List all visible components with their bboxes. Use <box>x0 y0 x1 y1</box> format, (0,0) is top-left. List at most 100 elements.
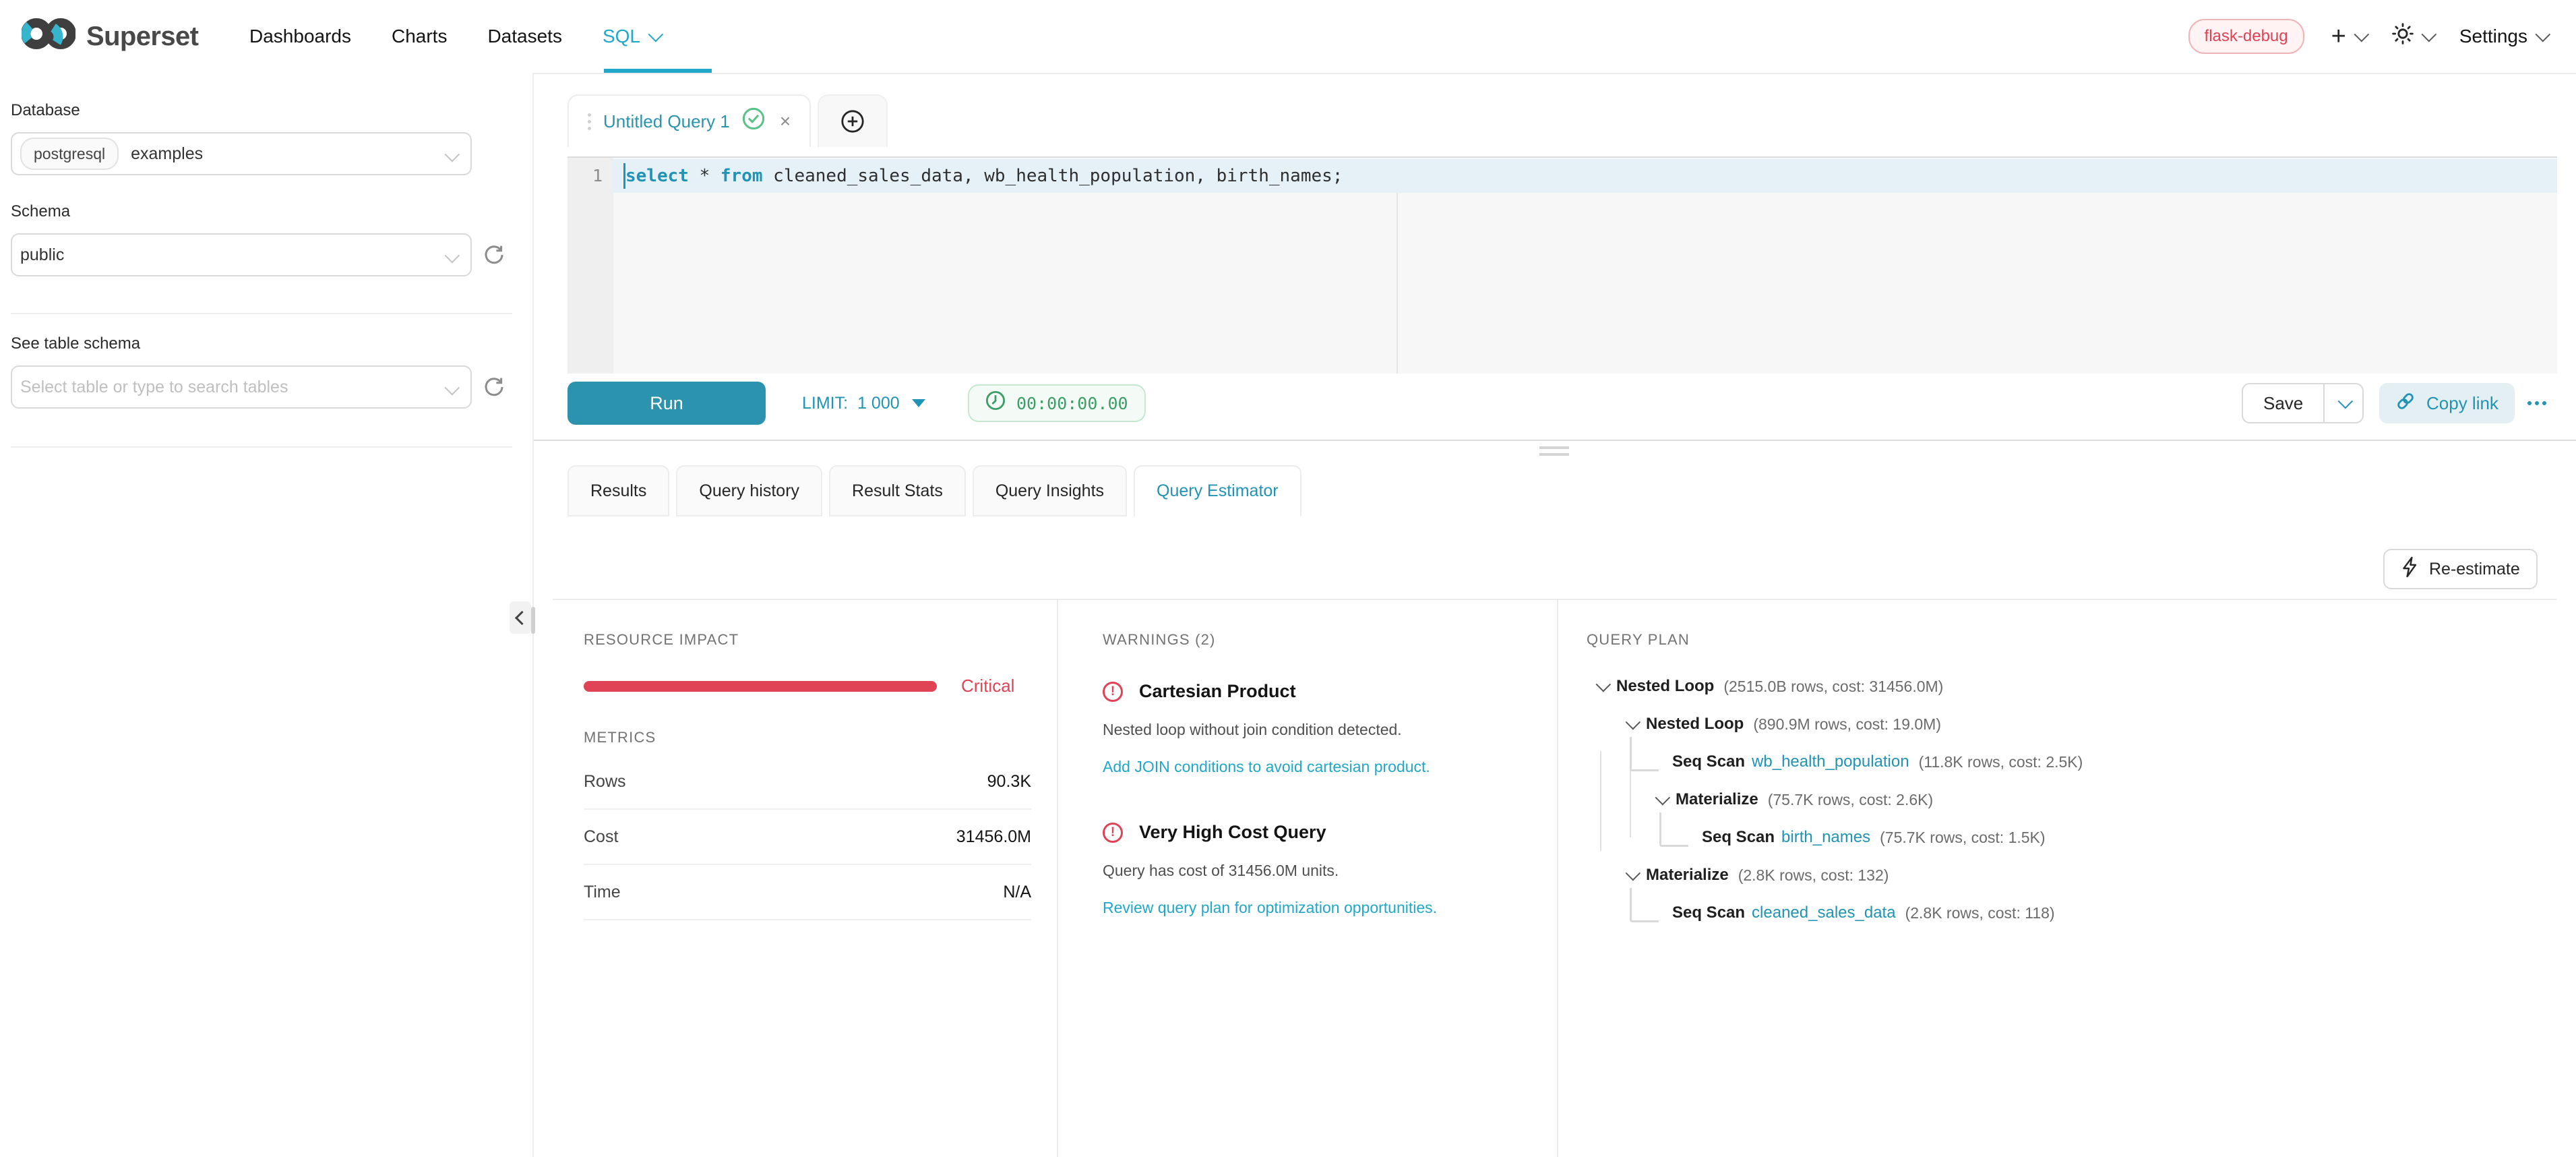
metric-row-time: Time N/A <box>584 865 1031 920</box>
refresh-schemas-icon[interactable] <box>483 243 505 266</box>
chevron-down-icon <box>445 147 460 162</box>
settings-label: Settings <box>2459 26 2527 47</box>
metric-value: 31456.0M <box>956 827 1031 847</box>
collapse-sidebar-button[interactable] <box>510 601 531 634</box>
tab-results[interactable]: Results <box>568 465 669 516</box>
query-timer: 00:00:00.00 <box>968 384 1146 422</box>
warning-description: Query has cost of 31456.0M units. <box>1103 862 1523 880</box>
plus-icon: + <box>2331 24 2346 49</box>
plan-node-meta: (2515.0B rows, cost: 31456.0M) <box>1723 678 1943 696</box>
database-label: Database <box>11 101 532 120</box>
main-nav: Dashboards Charts Datasets SQL <box>249 0 659 73</box>
re-estimate-label: Re-estimate <box>2429 560 2520 579</box>
scrollbar-thumb[interactable] <box>531 607 535 634</box>
plan-node-nested-loop-root: Nested Loop (2515.0B rows, cost: 31456.0… <box>1587 668 2544 705</box>
copy-link-button[interactable]: Copy link <box>2379 383 2515 423</box>
plan-node-table[interactable]: wb_health_population <box>1752 752 1909 771</box>
save-button[interactable]: Save <box>2243 384 2325 422</box>
new-item-menu[interactable]: + <box>2331 24 2365 49</box>
limit-value: 1 000 <box>857 394 900 413</box>
tree-elbow-connector <box>1630 737 1659 771</box>
link-icon <box>2395 391 2416 416</box>
warning-icon: ! <box>1103 823 1123 843</box>
editor-print-margin <box>1397 193 1398 374</box>
copy-link-label: Copy link <box>2426 393 2498 414</box>
header-right: flask-debug + Settings <box>2188 0 2546 73</box>
plan-node-seq-scan-birth-names: Seq Scan birth_names (75.7K rows, cost: … <box>1587 819 2544 856</box>
metric-row-cost: Cost 31456.0M <box>584 810 1031 865</box>
collapse-caret-icon[interactable] <box>1616 870 1646 881</box>
sql-editor[interactable]: 1 select * from cleaned_sales_data, wb_h… <box>568 156 2557 374</box>
add-query-tab-button[interactable] <box>818 94 888 147</box>
plan-node-name: Nested Loop <box>1646 715 1744 734</box>
tab-result-stats[interactable]: Result Stats <box>829 465 966 516</box>
active-nav-indicator <box>604 69 712 73</box>
collapse-caret-icon[interactable] <box>1587 681 1616 692</box>
nav-datasets[interactable]: Datasets <box>487 26 562 47</box>
save-options-button[interactable] <box>2325 384 2362 422</box>
collapse-caret-icon[interactable] <box>1646 794 1676 805</box>
plan-node-name: Seq Scan <box>1672 903 1745 922</box>
nav-dashboards[interactable]: Dashboards <box>249 26 351 47</box>
limit-dropdown[interactable]: LIMIT: 1 000 <box>802 382 925 425</box>
warnings-column: WARNINGS (2) ! Cartesian Product Nested … <box>1103 599 1523 917</box>
superset-logo-icon <box>22 16 75 57</box>
query-tab-title: Untitled Query 1 <box>603 111 730 132</box>
sql-keyword: from <box>720 166 763 186</box>
plan-node-nested-loop-inner: Nested Loop (890.9M rows, cost: 19.0M) <box>1587 705 2544 743</box>
tab-query-estimator[interactable]: Query Estimator <box>1134 465 1301 516</box>
metric-label: Time <box>584 883 621 902</box>
column-divider <box>1557 599 1558 1157</box>
save-split-button: Save <box>2242 383 2364 423</box>
collapse-caret-icon[interactable] <box>1616 719 1646 730</box>
plan-node-name: Materialize <box>1676 790 1758 809</box>
query-plan-column: QUERY PLAN Nested Loop (2515.0B rows, co… <box>1587 599 2544 932</box>
database-select[interactable]: postgresql examples <box>11 132 472 175</box>
editor-gutter: 1 <box>568 158 613 374</box>
warning-icon: ! <box>1103 682 1123 702</box>
chevron-down-icon <box>445 380 460 396</box>
tab-query-history[interactable]: Query history <box>676 465 822 516</box>
schema-select-value: public <box>20 245 64 265</box>
close-tab-icon[interactable]: × <box>780 112 791 131</box>
chevron-down-icon <box>445 248 460 264</box>
settings-menu[interactable]: Settings <box>2459 26 2546 47</box>
schema-select[interactable]: public <box>11 233 472 276</box>
plan-node-name: Seq Scan <box>1702 828 1775 847</box>
environment-badge: flask-debug <box>2188 19 2304 54</box>
warning-suggestion-link[interactable]: Add JOIN conditions to avoid cartesian p… <box>1103 758 1523 776</box>
metric-value: N/A <box>1003 883 1031 902</box>
warning-suggestion-link[interactable]: Review query plan for optimization oppor… <box>1103 899 1523 917</box>
resize-handle[interactable] <box>1539 446 1569 460</box>
sun-icon <box>2392 23 2414 50</box>
plan-node-materialize-2: Materialize (2.8K rows, cost: 132) <box>1587 856 2544 894</box>
re-estimate-button[interactable]: Re-estimate <box>2383 549 2538 589</box>
run-button[interactable]: Run <box>568 382 766 425</box>
plan-node-meta: (890.9M rows, cost: 19.0M) <box>1753 715 1941 734</box>
sql-lab-page: Superset Dashboards Charts Datasets SQL … <box>0 0 2576 1157</box>
caret-down-icon <box>912 399 925 407</box>
resource-impact-title: RESOURCE IMPACT <box>584 631 1031 649</box>
plan-node-table[interactable]: birth_names <box>1781 828 1870 847</box>
query-success-check-icon <box>742 107 765 136</box>
sql-text: cleaned_sales_data, wb_health_population… <box>763 166 1343 186</box>
metric-row-rows: Rows 90.3K <box>584 754 1031 810</box>
metrics-title: METRICS <box>584 729 1031 746</box>
chevron-down-icon <box>2536 27 2551 42</box>
plan-node-table[interactable]: cleaned_sales_data <box>1752 903 1896 922</box>
plan-node-seq-scan-wb-health: Seq Scan wb_health_population (11.8K row… <box>1587 743 2544 781</box>
tab-query-insights[interactable]: Query Insights <box>973 465 1127 516</box>
query-tab-untitled-query-1[interactable]: Untitled Query 1 × <box>568 94 811 147</box>
superset-logo[interactable]: Superset <box>22 0 198 73</box>
metric-label: Cost <box>584 827 618 847</box>
plan-node-meta: (2.8K rows, cost: 132) <box>1738 866 1889 885</box>
more-actions-button[interactable] <box>2518 383 2556 423</box>
query-plan-title: QUERY PLAN <box>1587 631 2544 649</box>
nav-charts[interactable]: Charts <box>392 26 447 47</box>
table-select-placeholder: Select table or type to search tables <box>20 378 288 397</box>
drag-handle-icon[interactable] <box>588 113 591 130</box>
refresh-tables-icon[interactable] <box>483 376 505 398</box>
table-select[interactable]: Select table or type to search tables <box>11 365 472 409</box>
theme-menu[interactable] <box>2392 23 2432 50</box>
nav-sql[interactable]: SQL <box>603 26 659 47</box>
